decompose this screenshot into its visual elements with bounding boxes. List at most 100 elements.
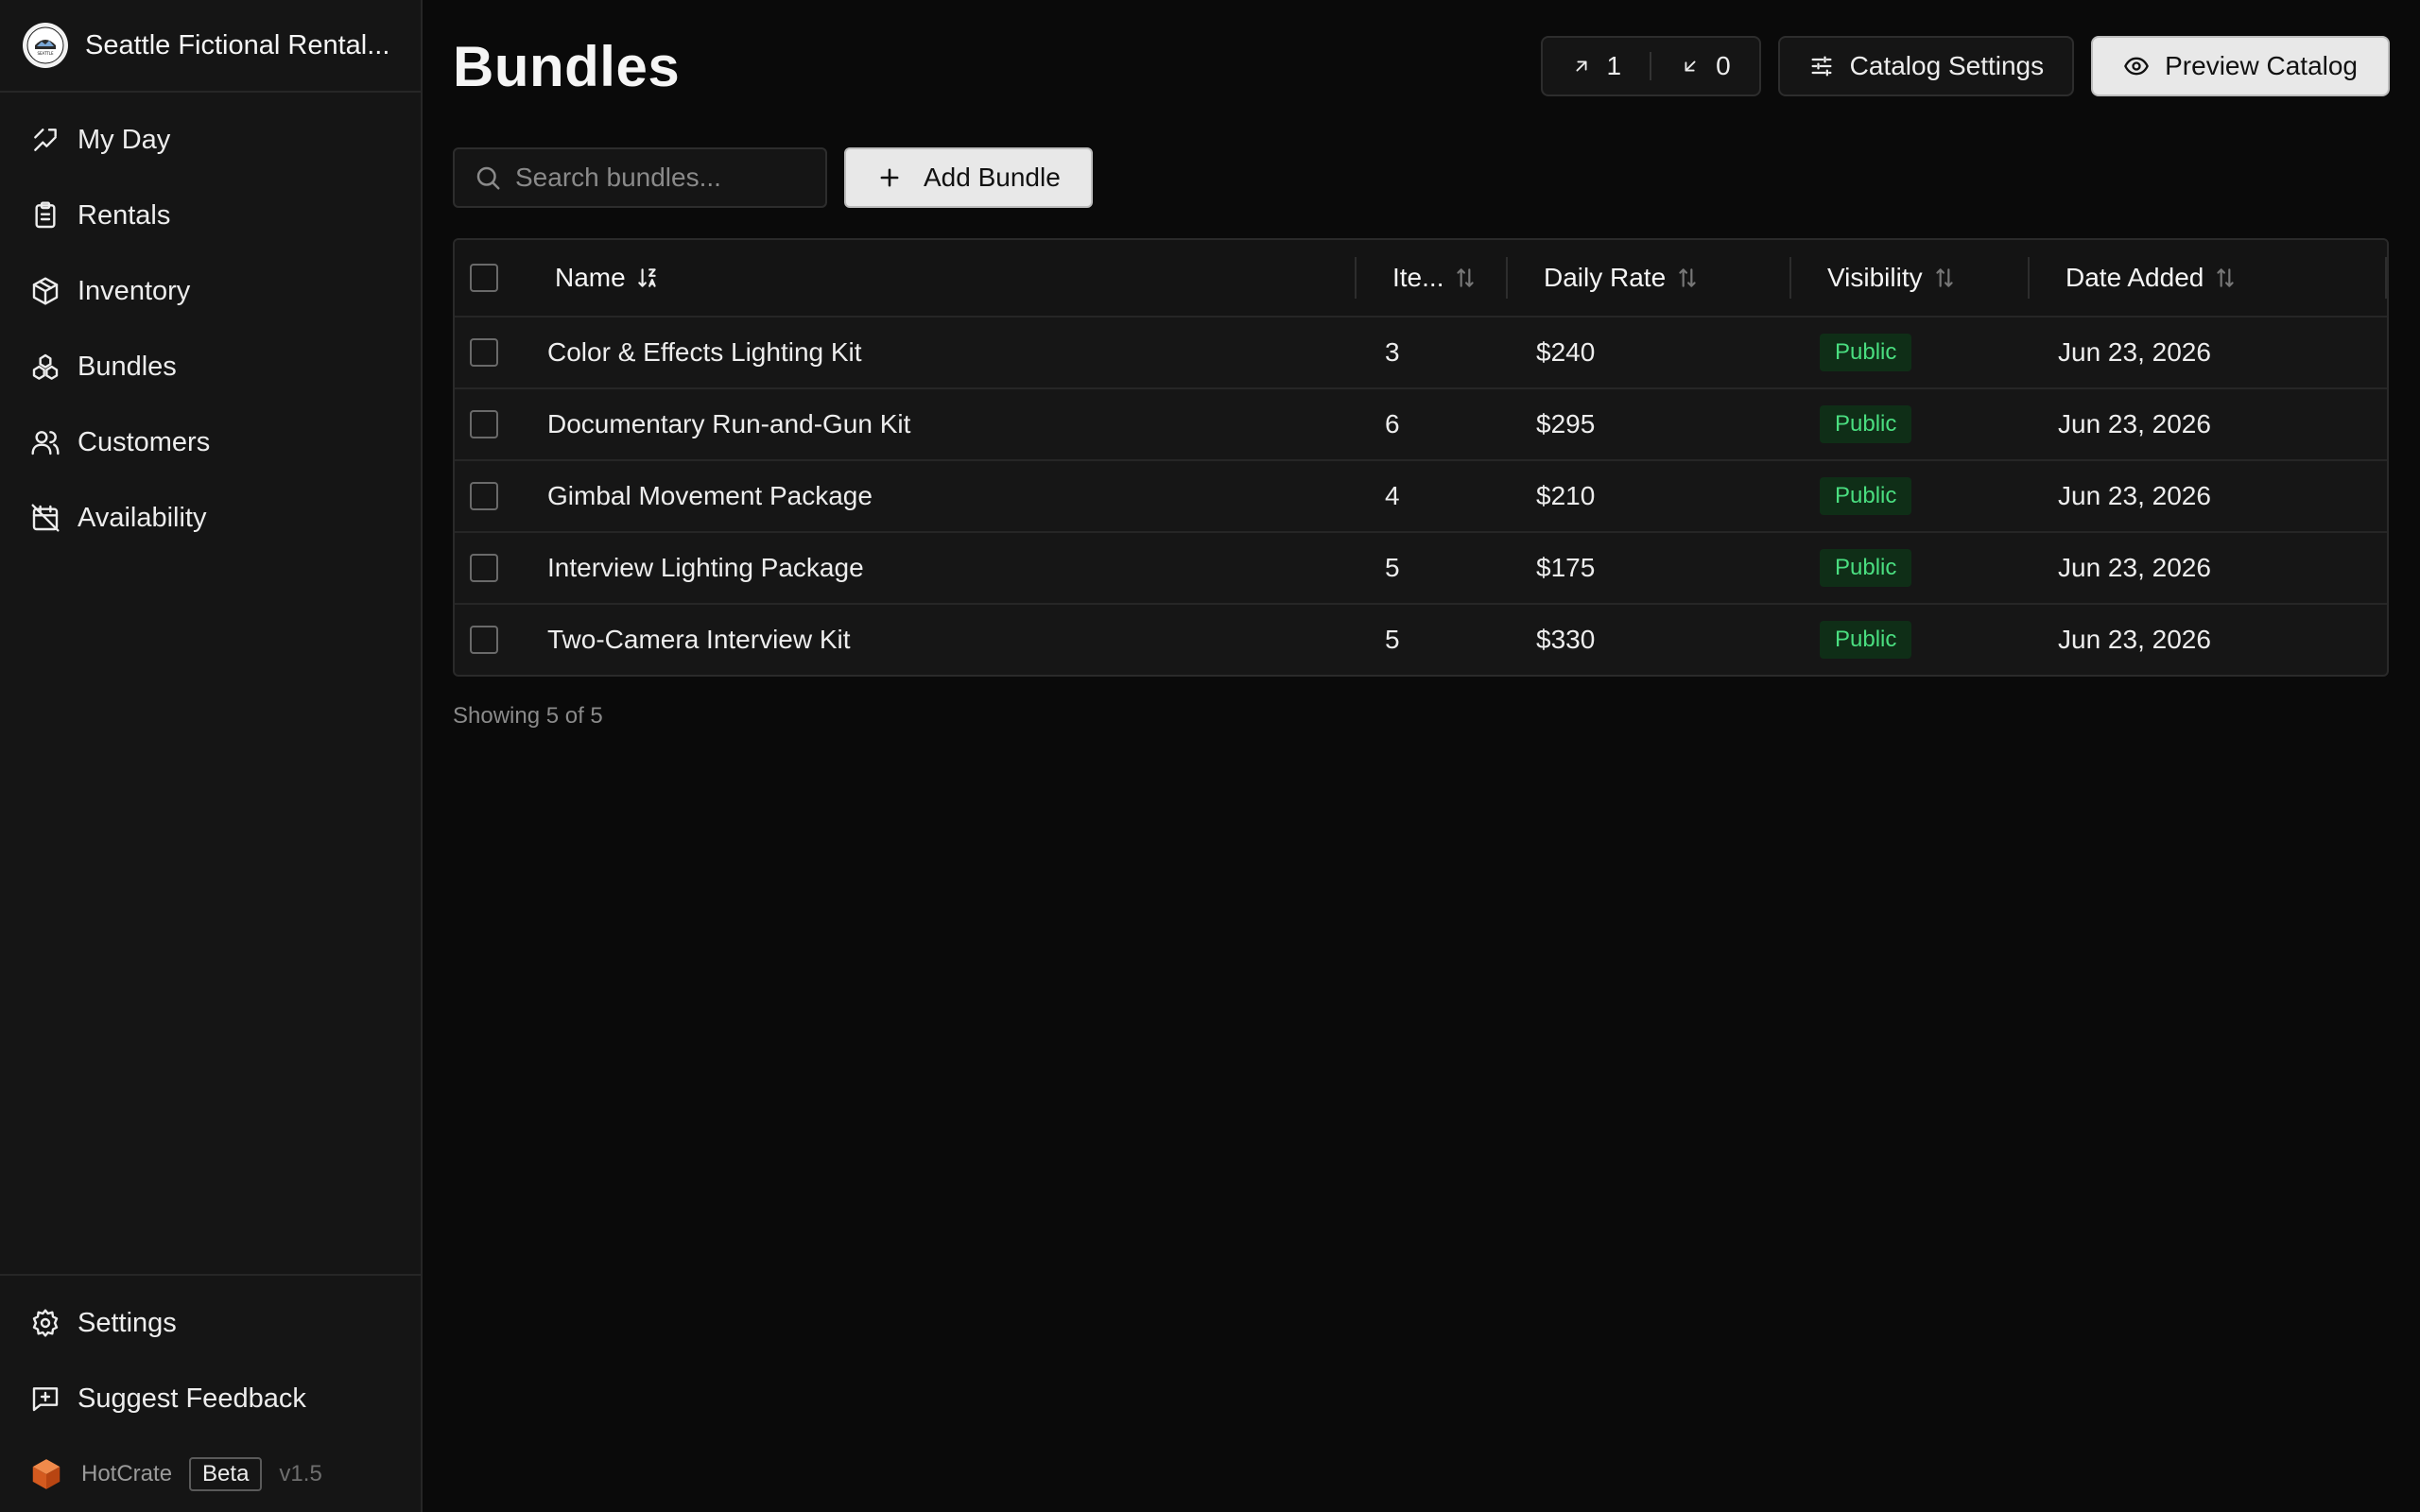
outgoing-counter[interactable]: 1 <box>1543 51 1651 81</box>
column-label: Date Added <box>2066 263 2238 293</box>
svg-text:SEATTLE: SEATTLE <box>37 51 54 56</box>
arrow-down-left-icon <box>1685 60 1696 72</box>
sidebar-item-customers[interactable]: Customers <box>0 404 421 480</box>
box-icon <box>32 277 59 305</box>
preview-catalog-button[interactable]: Preview Catalog <box>2091 36 2390 96</box>
column-label: Ite... <box>1392 263 1478 293</box>
column-header-daily-rate[interactable]: Daily Rate <box>1506 240 1789 316</box>
bundle-name: Two-Camera Interview Kit <box>547 625 851 654</box>
column-title: Date Added <box>2066 263 2204 292</box>
row-checkbox-cell <box>455 605 544 675</box>
table-row[interactable]: Interview Lighting Package 5 $175 Public… <box>455 531 2387 603</box>
sidebar-item-inventory[interactable]: Inventory <box>0 253 421 329</box>
bundle-items: 4 <box>1385 481 1400 510</box>
sidebar-item-label: Suggest Feedback <box>78 1383 306 1414</box>
table-row[interactable]: Color & Effects Lighting Kit 3 $240 Publ… <box>455 316 2387 387</box>
bundle-name: Color & Effects Lighting Kit <box>547 337 862 367</box>
bundle-items: 5 <box>1385 625 1400 654</box>
catalog-settings-button[interactable]: Catalog Settings <box>1777 36 2075 96</box>
select-all-checkbox[interactable] <box>470 264 498 292</box>
feedback-icon <box>32 1387 59 1412</box>
sidebar-item-availability[interactable]: Availability <box>0 480 421 556</box>
visibility-cell: Public <box>1789 461 2028 531</box>
sidebar-item-rentals[interactable]: Rentals <box>0 178 421 253</box>
visibility-cell: Public <box>1789 605 2028 675</box>
add-bundle-button[interactable]: Add Bundle <box>844 147 1093 208</box>
arrow-up-right-icon <box>1576 60 1586 72</box>
column-header-date-added[interactable]: Date Added <box>2028 240 2387 316</box>
bundles-icon <box>32 353 59 380</box>
table-row[interactable]: Documentary Run-and-Gun Kit 6 $295 Publi… <box>455 387 2387 459</box>
sidebar-item-label: Rentals <box>78 199 171 231</box>
row-checkbox-cell <box>455 318 544 387</box>
page-header: Bundles 1 0 Catalog Settings Preview Cat… <box>453 0 2390 132</box>
beta-badge: Beta <box>189 1457 263 1491</box>
sidebar-nav: My Day Rentals Inventory Bundles Custome… <box>0 93 421 1274</box>
row-checkbox[interactable] <box>470 554 498 582</box>
table-row[interactable]: Gimbal Movement Package 4 $210 Public Ju… <box>455 459 2387 531</box>
column-label: Daily Rate <box>1544 263 1700 293</box>
bundle-date: Jun 23, 2026 <box>2058 625 2211 654</box>
sidebar-item-bundles[interactable]: Bundles <box>0 329 421 404</box>
header-checkbox-cell <box>455 240 544 316</box>
bundle-items: 3 <box>1385 337 1400 367</box>
table-row[interactable]: Two-Camera Interview Kit 5 $330 Public J… <box>455 603 2387 675</box>
seattle-logo-icon: SEATTLE <box>26 26 64 64</box>
row-checkbox[interactable] <box>470 482 498 510</box>
row-checkbox[interactable] <box>470 410 498 438</box>
sidebar-item-my-day[interactable]: My Day <box>0 102 421 178</box>
row-checkbox[interactable] <box>470 626 498 654</box>
sidebar-item-feedback[interactable]: Suggest Feedback <box>0 1361 421 1436</box>
column-title: Ite... <box>1392 263 1444 292</box>
bundle-date: Jun 23, 2026 <box>2058 409 2211 438</box>
column-header-visibility[interactable]: Visibility <box>1789 240 2028 316</box>
bundle-name: Gimbal Movement Package <box>547 481 873 510</box>
bundle-date: Jun 23, 2026 <box>2058 553 2211 582</box>
sort-icon <box>1457 268 1475 287</box>
toolbar: Add Bundle <box>453 147 2390 208</box>
status-badge: Public <box>1820 334 1912 371</box>
bundle-rate: $330 <box>1536 625 1596 654</box>
column-header-items[interactable]: Ite... <box>1355 240 1506 316</box>
sort-az-icon <box>637 268 656 287</box>
catalog-settings-label: Catalog Settings <box>1849 51 2045 80</box>
row-checkbox-cell <box>455 461 544 531</box>
row-checkbox[interactable] <box>470 338 498 367</box>
page-title: Bundles <box>453 34 681 98</box>
column-header-name[interactable]: Name <box>544 240 1355 316</box>
sort-icon <box>2217 268 2235 287</box>
bundles-table: Name Ite... Daily Rate Visibility Date A… <box>453 238 2389 677</box>
brand-logo: SEATTLE <box>23 23 68 68</box>
bundle-rate: $295 <box>1536 409 1596 438</box>
sort-icon <box>1935 268 1953 287</box>
outgoing-count: 1 <box>1606 51 1622 80</box>
brand-switcher[interactable]: SEATTLE Seattle Fictional Rental... <box>0 0 421 93</box>
my-day-icon <box>34 129 57 151</box>
add-bundle-label: Add Bundle <box>924 163 1061 192</box>
brand-name: Seattle Fictional Rental... <box>85 29 390 60</box>
incoming-counter[interactable]: 0 <box>1651 51 1759 81</box>
sidebar-bottom: Settings Suggest Feedback HotCrate Beta … <box>0 1274 421 1512</box>
hotcrate-logo-icon <box>32 1459 60 1489</box>
table-header-row: Name Ite... Daily Rate Visibility Date A… <box>455 240 2387 316</box>
plus-icon <box>880 168 899 187</box>
clipboard-icon <box>35 201 56 229</box>
sync-counter-group: 1 0 <box>1540 36 1761 96</box>
visibility-cell: Public <box>1789 318 2028 387</box>
row-checkbox-cell <box>455 533 544 603</box>
column-title: Name <box>555 263 626 292</box>
bundle-date: Jun 23, 2026 <box>2058 481 2211 510</box>
app-root: SEATTLE Seattle Fictional Rental... My D… <box>0 0 2420 1512</box>
calendar-off-icon <box>31 504 60 532</box>
column-label: Name <box>555 263 660 293</box>
app-name: HotCrate <box>81 1461 173 1486</box>
bundle-name: Documentary Run-and-Gun Kit <box>547 409 911 438</box>
sidebar-item-label: Availability <box>78 502 207 533</box>
sidebar: SEATTLE Seattle Fictional Rental... My D… <box>0 0 423 1512</box>
sidebar-item-label: Bundles <box>78 351 177 382</box>
sidebar-item-label: Inventory <box>78 275 191 306</box>
column-label: Visibility <box>1827 263 1957 293</box>
search-input[interactable] <box>515 163 806 193</box>
status-badge: Public <box>1820 621 1912 659</box>
sidebar-item-settings[interactable]: Settings <box>0 1285 421 1361</box>
